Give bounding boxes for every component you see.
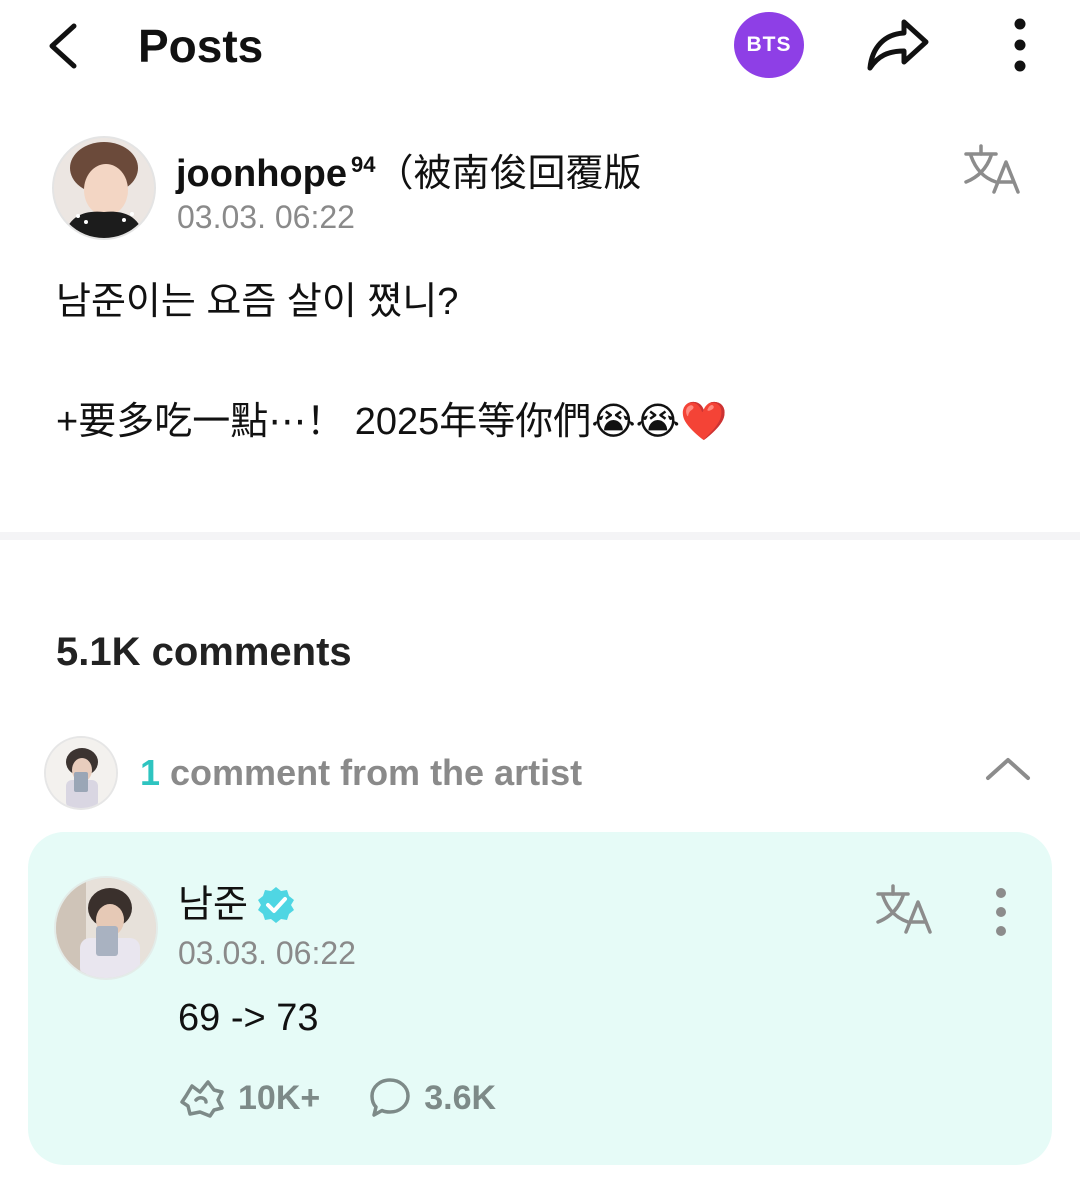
comment-bubble-icon — [370, 1078, 410, 1117]
more-vertical-icon — [1014, 18, 1026, 72]
share-icon — [867, 19, 929, 71]
more-vertical-icon — [996, 888, 1006, 936]
comment-author-label: 남준 — [178, 884, 248, 926]
artist-comment-card: 남준 03.03. 06:22 69 -> 73 10K+ 3.6K — [28, 832, 1052, 1165]
post-author-avatar[interactable] — [54, 138, 154, 238]
more-options-button[interactable] — [1000, 14, 1040, 76]
comment-author-avatar[interactable] — [56, 878, 156, 978]
avatar-photo — [46, 738, 116, 808]
artist-comment-text: comment from the artist — [170, 752, 583, 793]
like-count: 10K+ — [238, 1078, 321, 1117]
post-timestamp: 03.03. 06:22 — [177, 199, 355, 235]
artist-comments-label: 1 comment from the artist — [140, 750, 582, 796]
reply-button[interactable]: 3.6K — [368, 1076, 496, 1120]
comment-actions: 10K+ 3.6K — [178, 1072, 544, 1124]
back-arrow-icon — [49, 23, 77, 69]
avatar-photo — [56, 878, 156, 978]
artist-comment-count: 1 — [140, 752, 161, 793]
translate-icon — [964, 144, 1020, 194]
community-badge-button[interactable]: BTS — [734, 12, 804, 78]
post-text-line: +要多吃一點⋯！ 2025年等你們😭😭❤️ — [56, 401, 728, 443]
artist-comments-toggle[interactable]: 1 comment from the artist — [0, 730, 1080, 820]
post-translate-button[interactable] — [962, 142, 1026, 198]
author-suffix: （被南俊回覆版 — [375, 153, 642, 195]
reply-count: 3.6K — [424, 1078, 497, 1117]
author-superscript: 94 — [350, 152, 376, 177]
translate-icon — [876, 884, 932, 934]
comment-translate-button[interactable] — [874, 882, 938, 938]
comment-more-button[interactable] — [986, 884, 1016, 940]
artist-avatar-thumb — [46, 738, 116, 808]
top-app-bar: Posts BTS — [0, 0, 1080, 92]
chevron-up-icon — [986, 758, 1030, 780]
comment-author-name[interactable]: 남준 — [178, 882, 296, 928]
like-button[interactable]: 10K+ — [178, 1076, 320, 1120]
comment-timestamp: 03.03. 06:22 — [178, 935, 356, 971]
comment-text: 69 -> 73 — [178, 997, 319, 1039]
page-title: Posts — [138, 20, 264, 72]
avatar-photo — [54, 138, 154, 238]
author-handle: joonhope — [176, 153, 347, 195]
post-body: 남준이는 요즘 살이 쪘니? +要多吃一點⋯！ 2025年等你們😭😭❤️ — [56, 276, 1036, 448]
back-button[interactable] — [40, 18, 90, 74]
collapse-button[interactable] — [982, 748, 1034, 788]
post-author-name[interactable]: joonhope 94（被南俊回覆版 — [176, 140, 641, 199]
comments-count: 5.1K comments — [56, 630, 352, 674]
verified-badge-icon — [257, 887, 294, 923]
section-divider — [0, 532, 1080, 540]
post-text-line: 남준이는 요즘 살이 쪘니? — [56, 281, 459, 323]
like-icon — [180, 1080, 224, 1118]
share-button[interactable] — [864, 14, 934, 76]
